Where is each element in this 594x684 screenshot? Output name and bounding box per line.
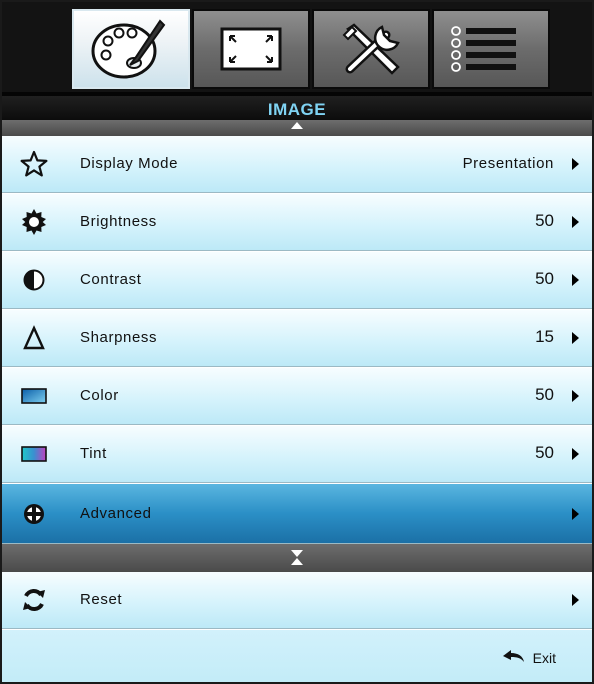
menu-tab-bar [2,2,592,92]
scroll-up-icon[interactable] [291,558,303,565]
tab-display[interactable] [192,9,310,89]
menu-item-label: Display Mode [80,155,179,172]
menu-item-label: Contrast [80,271,142,288]
section-title: IMAGE [267,100,327,119]
menu-item-label: Advanced [80,505,152,522]
menu-item-reset[interactable]: Reset [2,572,592,629]
chevron-right-icon [572,390,579,402]
scroll-band [2,544,592,572]
menu-item-label: Sharpness [80,329,158,346]
chevron-right-icon [572,448,579,460]
tint-swatch-icon [21,446,47,462]
tab-options[interactable] [432,9,550,89]
osd-menu-window: IMAGE Display Mode Presentation Brightne… [0,0,594,684]
menu-item-color[interactable]: Color 50 [2,368,592,425]
chevron-right-icon [572,216,579,228]
menu-item-label: Tint [80,445,107,462]
scroll-down-icon[interactable] [291,550,303,557]
menu-item-contrast[interactable]: Contrast 50 [2,252,592,309]
menu-item-value: 50 [535,443,554,462]
menu-item-value: 50 [535,211,554,230]
menu-item-label: Color [80,387,119,404]
exit-button[interactable]: Exit [533,650,556,666]
scroll-up-band[interactable] [2,120,592,136]
contrast-icon [23,269,45,291]
menu-item-value: 50 [535,385,554,404]
palette-icon [91,19,166,79]
chevron-right-icon [572,332,579,344]
chevron-right-icon [572,508,579,520]
menu-item-brightness[interactable]: Brightness 50 [2,194,592,251]
menu-item-tint[interactable]: Tint 50 [2,426,592,483]
section-header: IMAGE [2,92,592,120]
menu-footer: Exit [2,630,592,682]
scroll-up-icon[interactable] [291,122,303,129]
return-arrow-icon[interactable] [502,648,526,664]
sun-icon [22,209,46,235]
chevron-right-icon [572,274,579,286]
menu-item-value: Presentation [462,155,554,172]
menu-item-label: Brightness [80,213,157,230]
circle-plus-icon [24,504,44,524]
options-list-icon [451,26,516,72]
tab-setup[interactable] [312,9,430,89]
tab-image[interactable] [72,9,190,89]
color-swatch-icon [21,388,47,404]
triangle-icon [23,325,45,350]
menu-item-value: 50 [535,269,554,288]
tools-icon [342,23,400,75]
chevron-right-icon [572,158,579,170]
menu-item-label: Reset [80,591,123,608]
menu-item-display-mode[interactable]: Display Mode Presentation [2,136,592,193]
screen-resize-icon [220,27,282,71]
chevron-right-icon [572,594,579,606]
menu-item-advanced[interactable]: Advanced [2,484,592,544]
star-icon [20,150,48,177]
menu-item-sharpness[interactable]: Sharpness 15 [2,310,592,367]
refresh-icon [23,588,45,612]
menu-item-value: 15 [535,327,554,346]
